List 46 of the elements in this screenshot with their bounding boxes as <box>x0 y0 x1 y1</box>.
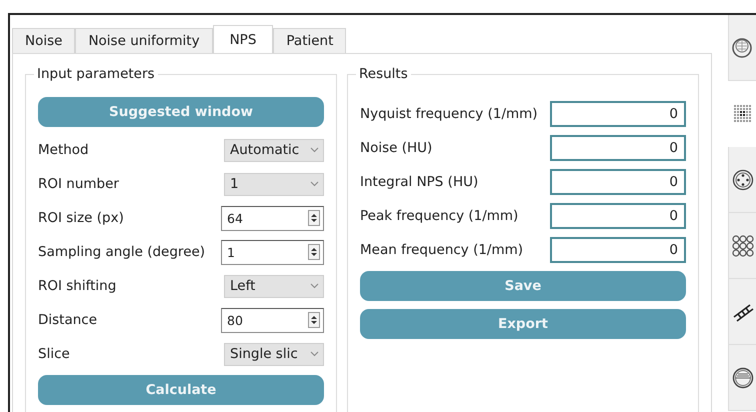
result-field: 0 <box>550 237 686 263</box>
spin-box[interactable]: 80 <box>221 308 324 332</box>
result-field: 0 <box>550 135 686 161</box>
dropdown[interactable]: Automatic <box>224 138 324 162</box>
chevron-down-icon <box>310 147 319 153</box>
result-label: Peak frequency (1/mm) <box>360 208 518 224</box>
dot-grid-icon <box>732 104 752 124</box>
chevron-down-icon <box>310 283 319 289</box>
result-label: Integral NPS (HU) <box>360 174 478 190</box>
dropdown[interactable]: Left <box>224 274 324 298</box>
side-tab[interactable] <box>728 15 756 81</box>
circle-grid-icon <box>732 234 754 256</box>
side-tab[interactable] <box>728 345 756 411</box>
spin-box[interactable]: 1 <box>221 240 324 264</box>
result-label: Nyquist frequency (1/mm) <box>360 106 538 122</box>
tab[interactable]: Patient <box>273 28 346 53</box>
dropdown[interactable]: Single slic <box>224 342 324 366</box>
side-tab[interactable] <box>728 213 756 279</box>
phantom-icon <box>732 366 754 388</box>
chevron-down-icon <box>310 351 319 357</box>
result-field: 0 <box>550 101 686 127</box>
field-label: Distance <box>38 312 98 328</box>
spin-arrows-icon <box>308 244 320 260</box>
tab[interactable]: Noise uniformity <box>75 28 213 53</box>
group-title: Input parameters <box>34 66 158 82</box>
spin-arrows-icon <box>308 210 320 226</box>
field-label: ROI shifting <box>38 278 116 294</box>
result-field: 0 <box>550 203 686 229</box>
side-tab[interactable] <box>728 147 756 213</box>
chevron-down-icon <box>310 181 319 187</box>
field-label: Sampling angle (degree) <box>38 244 206 260</box>
tab[interactable]: NPS <box>212 25 274 53</box>
field-label: ROI size (px) <box>38 210 124 226</box>
field-label: Method <box>38 142 89 158</box>
field-label: Slice <box>38 346 70 362</box>
result-field: 0 <box>550 169 686 195</box>
dropdown[interactable]: 1 <box>224 172 324 196</box>
field-label: ROI number <box>38 176 119 192</box>
phantom-icon <box>732 36 754 58</box>
circle-dots-icon <box>732 168 754 190</box>
spin-box[interactable]: 64 <box>221 206 324 230</box>
result-label: Noise (HU) <box>360 140 432 156</box>
side-tab[interactable] <box>728 279 756 345</box>
tab[interactable]: Noise <box>12 28 76 53</box>
spin-arrows-icon <box>308 312 320 328</box>
result-label: Mean frequency (1/mm) <box>360 242 524 258</box>
